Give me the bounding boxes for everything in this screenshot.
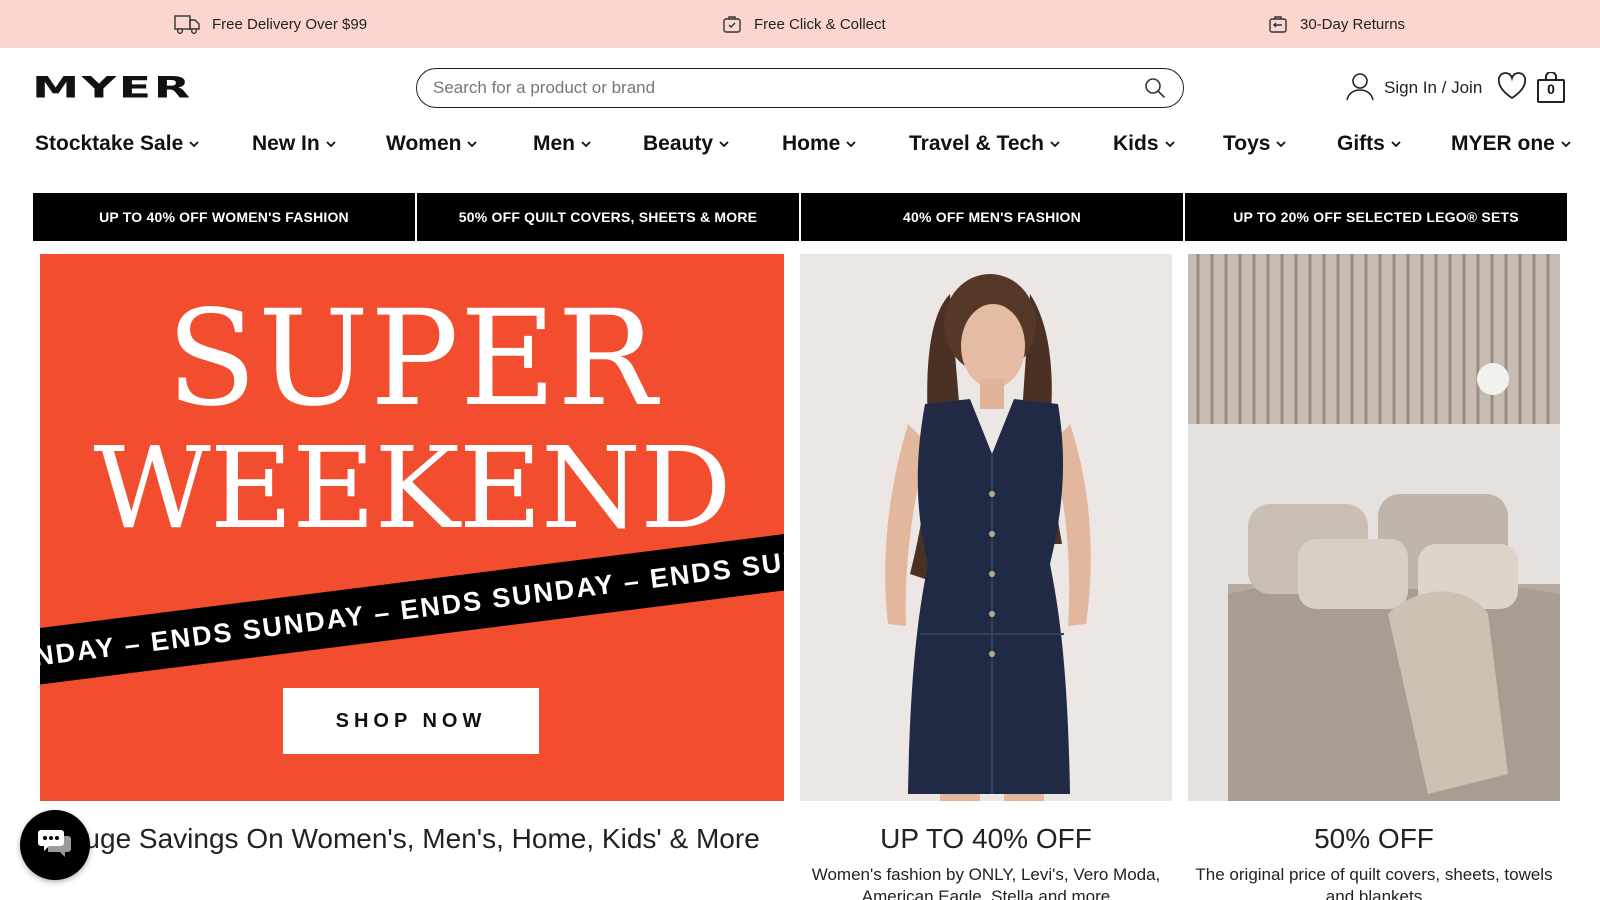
wishlist-button[interactable] bbox=[1497, 72, 1527, 105]
search-input[interactable] bbox=[433, 78, 1143, 98]
main-nav: Stocktake Sale New In Women Men Beauty H… bbox=[0, 126, 1600, 162]
hero-ribbon-text: NDAY – ENDS SUNDAY – ENDS SUNDAY – ENDS … bbox=[40, 541, 784, 672]
nav-label: Travel & Tech bbox=[909, 132, 1045, 155]
promo-click-collect-label: Free Click & Collect bbox=[754, 15, 886, 33]
nav-women[interactable]: Women bbox=[386, 126, 478, 162]
heart-icon bbox=[1497, 72, 1527, 104]
nav-gifts[interactable]: Gifts bbox=[1337, 126, 1402, 162]
nav-travel-tech[interactable]: Travel & Tech bbox=[909, 126, 1061, 162]
tile-subtitle: The original price of quilt covers, shee… bbox=[1195, 865, 1553, 900]
promo-returns[interactable]: 30-Day Returns bbox=[1268, 0, 1405, 48]
nav-label: Toys bbox=[1223, 132, 1271, 155]
sign-in-label: Sign In / Join bbox=[1384, 78, 1483, 97]
chat-button[interactable] bbox=[20, 810, 90, 880]
promo-delivery-label: Free Delivery Over $99 bbox=[212, 15, 368, 33]
nav-label: Kids bbox=[1113, 132, 1159, 155]
category-strip: UP TO 40% OFF WOMEN'S FASHION 50% OFF QU… bbox=[33, 193, 1567, 241]
strip-womens-fashion[interactable]: UP TO 40% OFF WOMEN'S FASHION bbox=[33, 193, 415, 241]
nav-label: Men bbox=[533, 132, 575, 155]
strip-lego-sets[interactable]: UP TO 20% OFF SELECTED LEGO® SETS bbox=[1185, 193, 1567, 241]
chevron-down-icon bbox=[1049, 132, 1061, 156]
promo-click-collect[interactable]: Free Click & Collect bbox=[722, 0, 886, 48]
nav-stocktake-sale[interactable]: Stocktake Sale bbox=[35, 126, 200, 162]
hero-banner[interactable]: SUPER WEEKEND NDAY – ENDS SUNDAY – ENDS … bbox=[40, 254, 784, 801]
chevron-down-icon bbox=[325, 132, 337, 156]
chevron-down-icon bbox=[1560, 132, 1572, 156]
nav-label: Gifts bbox=[1337, 132, 1385, 155]
hero-title-line2: WEEKEND bbox=[93, 424, 731, 554]
myer-logo[interactable]: MYER bbox=[32, 70, 193, 104]
user-icon bbox=[1344, 70, 1376, 107]
search-bar bbox=[416, 68, 1184, 108]
nav-new-in[interactable]: New In bbox=[252, 126, 337, 162]
returns-icon bbox=[1268, 14, 1288, 34]
bag-button[interactable]: 0 bbox=[1536, 72, 1566, 104]
womens-fashion-caption[interactable]: UP TO 40% OFF Women's fashion by ONLY, L… bbox=[800, 822, 1172, 900]
nav-home[interactable]: Home bbox=[782, 126, 857, 162]
tile-title: UP TO 40% OFF bbox=[880, 823, 1092, 854]
chevron-down-icon bbox=[1390, 132, 1402, 156]
promo-delivery[interactable]: Free Delivery Over $99 bbox=[174, 0, 367, 48]
chevron-down-icon bbox=[188, 132, 200, 156]
nav-label: New In bbox=[252, 132, 320, 155]
womens-fashion-image[interactable] bbox=[800, 254, 1172, 801]
promo-bar: Free Delivery Over $99 Free Click & Coll… bbox=[0, 0, 1600, 48]
bag-count: 0 bbox=[1547, 81, 1555, 97]
bedding-caption[interactable]: 50% OFF The original price of quilt cove… bbox=[1188, 822, 1560, 900]
nav-men[interactable]: Men bbox=[533, 126, 592, 162]
chevron-down-icon bbox=[1275, 132, 1287, 156]
truck-icon bbox=[174, 13, 200, 35]
chat-icon bbox=[38, 828, 72, 863]
shop-now-button[interactable]: SHOP NOW bbox=[283, 688, 539, 754]
chevron-down-icon bbox=[466, 132, 478, 156]
nav-kids[interactable]: Kids bbox=[1113, 126, 1176, 162]
promo-returns-label: 30-Day Returns bbox=[1300, 15, 1406, 33]
hero-caption[interactable]: Huge Savings On Women's, Men's, Home, Ki… bbox=[40, 822, 784, 856]
bedding-image[interactable] bbox=[1188, 254, 1560, 801]
click-collect-icon bbox=[722, 14, 742, 34]
strip-quilt-covers[interactable]: 50% OFF QUILT COVERS, SHEETS & MORE bbox=[417, 193, 799, 241]
tile-title: 50% OFF bbox=[1314, 823, 1434, 854]
chevron-down-icon bbox=[1164, 132, 1176, 156]
tile-subtitle: Women's fashion by ONLY, Levi's, Vero Mo… bbox=[811, 865, 1161, 900]
nav-label: Beauty bbox=[643, 132, 714, 155]
nav-toys[interactable]: Toys bbox=[1223, 126, 1287, 162]
nav-label: MYER one bbox=[1451, 132, 1555, 155]
strip-mens-fashion[interactable]: 40% OFF MEN'S FASHION bbox=[801, 193, 1183, 241]
search-icon[interactable] bbox=[1143, 76, 1167, 100]
nav-label: Home bbox=[782, 132, 841, 155]
nav-label: Women bbox=[386, 132, 462, 155]
chevron-down-icon bbox=[845, 132, 857, 156]
nav-myer-one[interactable]: MYER one bbox=[1451, 126, 1572, 162]
hero-title-line1: SUPER bbox=[166, 282, 658, 436]
chevron-down-icon bbox=[580, 132, 592, 156]
sign-in-link[interactable]: Sign In / Join bbox=[1344, 72, 1482, 104]
nav-beauty[interactable]: Beauty bbox=[643, 126, 730, 162]
nav-label: Stocktake Sale bbox=[35, 132, 184, 155]
chevron-down-icon bbox=[718, 132, 730, 156]
